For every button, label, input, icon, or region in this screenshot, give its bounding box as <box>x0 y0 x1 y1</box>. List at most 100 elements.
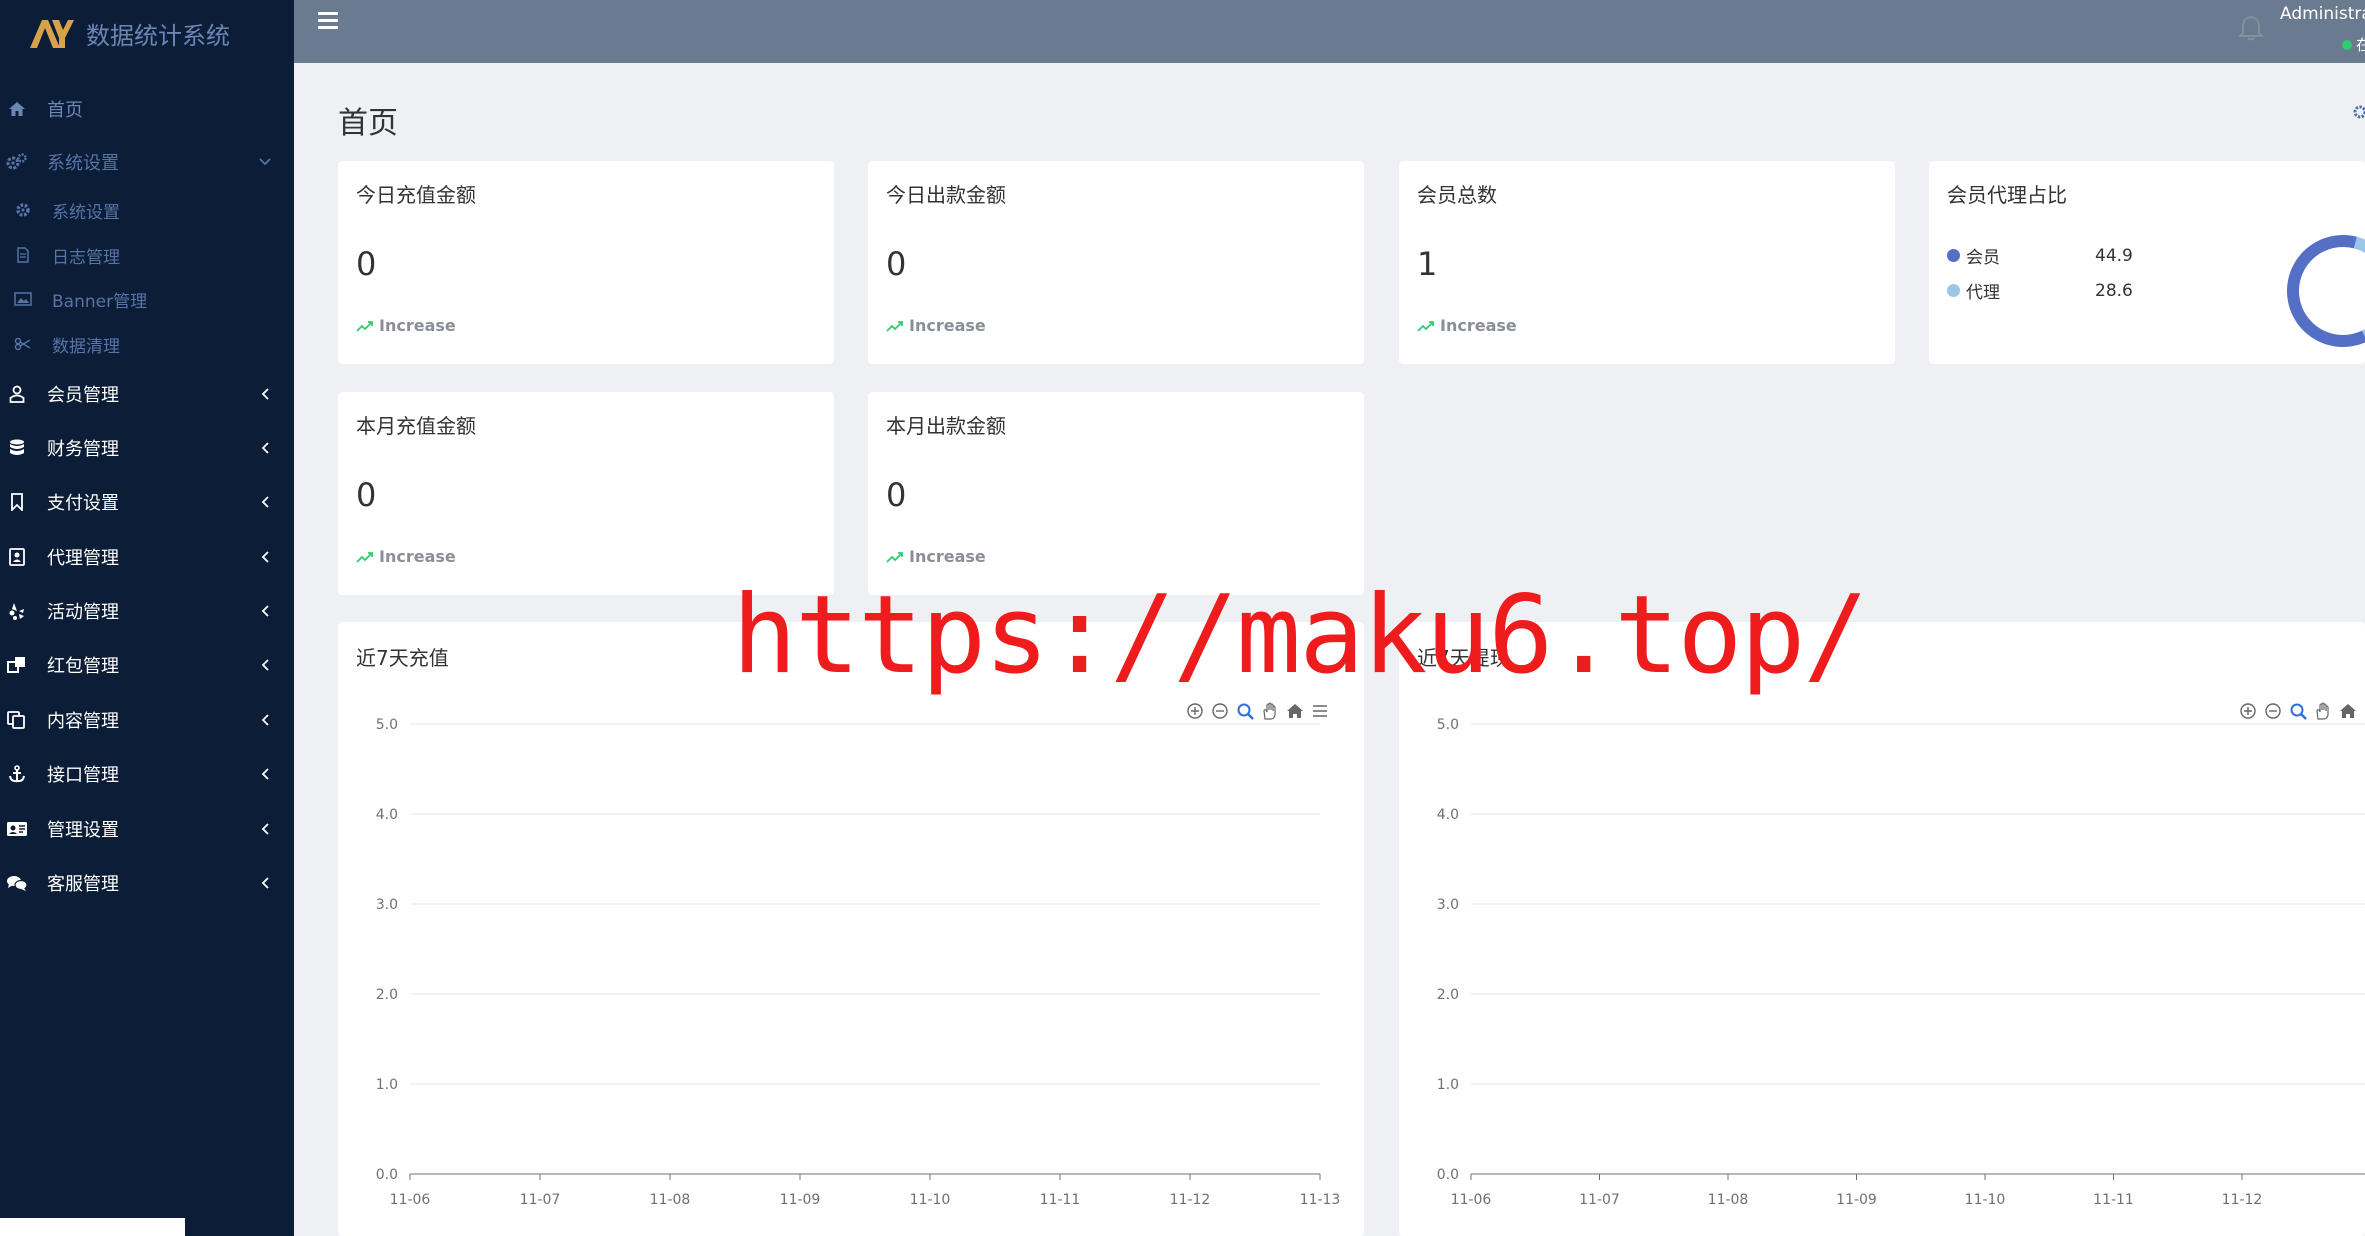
trend-up-icon <box>356 320 373 332</box>
logo-icon <box>28 16 74 50</box>
trend-label: Increase <box>909 547 986 566</box>
sidebar-item-label: 活动管理 <box>47 602 119 623</box>
card-value: 0 <box>886 476 907 514</box>
x-tick-label: 11-09 <box>1836 1192 1877 1208</box>
stat-card-member-total: 会员总数 1 Increase <box>1399 161 1895 364</box>
legend-swatch <box>1947 284 1960 297</box>
sidebar-item-label: 客服管理 <box>47 874 119 895</box>
sidebar-item-activities[interactable]: 活动管理 <box>0 597 294 625</box>
id-card-icon <box>6 818 28 840</box>
sidebar-subitem-banner[interactable]: Banner管理 <box>0 287 294 312</box>
sidebar-item-redpacket[interactable]: 红包管理 <box>0 651 294 679</box>
settings-corner-icon[interactable] <box>2352 104 2365 120</box>
sidebar-item-payment[interactable]: 支付设置 <box>0 488 294 516</box>
y-tick-label: 3.0 <box>376 897 398 913</box>
sidebar-item-label: 代理管理 <box>47 548 119 569</box>
gears-icon <box>6 151 28 173</box>
legend-item-member[interactable]: 会员 44.9 <box>1947 243 2133 268</box>
contact-icon <box>6 546 28 568</box>
zoom-in-icon[interactable] <box>1187 703 1203 719</box>
x-tick-label: 11-08 <box>1708 1192 1749 1208</box>
sidebar-item-label: 管理设置 <box>47 820 119 841</box>
brand[interactable]: 数据统计系统 <box>0 0 294 66</box>
menu-icon[interactable] <box>1313 705 1327 717</box>
x-tick-label: 11-07 <box>520 1192 561 1208</box>
anchor-icon <box>6 763 28 785</box>
sidebar-item-customer-service[interactable]: 客服管理 <box>0 869 294 897</box>
x-tick-label: 11-09 <box>780 1192 821 1208</box>
stat-card-today-withdraw: 今日出款金额 0 Increase <box>868 161 1364 364</box>
chevron-left-icon <box>258 658 272 672</box>
trend-indicator: Increase <box>1417 316 1517 335</box>
chevron-left-icon <box>258 822 272 836</box>
trend-indicator: Increase <box>356 547 456 566</box>
sidebar-item-finance[interactable]: 财务管理 <box>0 434 294 462</box>
donut-slice-会员[interactable] <box>2287 235 2365 347</box>
sidebar-subitem-cleanup[interactable]: 数据清理 <box>0 332 294 357</box>
sidebar-item-label: 系统设置 <box>47 153 119 174</box>
sidebar-item-members[interactable]: 会员管理 <box>0 380 294 408</box>
hand-pan-icon[interactable] <box>2316 702 2329 720</box>
stat-card-today-recharge: 今日充值金额 0 Increase <box>338 161 834 364</box>
withdraw-7day-panel: 近7天提现 0.0 1.0 2.0 3.0 4.0 5.0 11-06 11-07 11-08 1… <box>1399 622 2365 1236</box>
sidebar-item-label: 系统设置 <box>52 202 120 223</box>
trend-indicator: Increase <box>356 316 456 335</box>
zoom-out-icon[interactable] <box>2265 703 2281 719</box>
x-tick-label: 11-13 <box>1300 1192 1341 1208</box>
x-tick-label: 11-07 <box>1579 1192 1620 1208</box>
legend-item-agent[interactable]: 代理 28.6 <box>1947 278 2133 303</box>
x-tick-label: 11-11 <box>1040 1192 1081 1208</box>
sidebar-item-label: 首页 <box>47 100 83 121</box>
legend-value: 44.9 <box>2095 245 2133 266</box>
hand-pan-icon[interactable] <box>1263 702 1276 720</box>
sidebar-item-agents[interactable]: 代理管理 <box>0 543 294 571</box>
card-title: 会员总数 <box>1417 183 1497 207</box>
user-name[interactable]: Administra <box>2280 4 2365 24</box>
sidebar-item-label: 财务管理 <box>47 439 119 460</box>
y-tick-label: 1.0 <box>376 1077 398 1093</box>
sidebar-item-admin-settings[interactable]: 管理设置 <box>0 815 294 843</box>
x-tick-label: 11-08 <box>650 1192 691 1208</box>
chevron-left-icon <box>258 550 272 564</box>
zoom-in-icon[interactable] <box>2240 703 2256 719</box>
donut-slice-代理[interactable] <box>2353 236 2365 342</box>
search-zoom-icon[interactable] <box>2290 703 2307 720</box>
search-zoom-icon[interactable] <box>1237 703 1254 720</box>
member-agent-ratio-card: 会员代理占比 会员 44.9 代理 28.6 <box>1929 161 2365 364</box>
card-title: 本月充值金额 <box>356 414 476 438</box>
sidebar-item-label: 日志管理 <box>52 247 120 268</box>
watermark-url: https://maku6.top/ <box>732 573 1868 698</box>
sidebar-item-label: 支付设置 <box>47 493 119 514</box>
sidebar-item-content[interactable]: 内容管理 <box>0 706 294 734</box>
sidebar-item-label: 内容管理 <box>47 711 119 732</box>
sidebar-item-api[interactable]: 接口管理 <box>0 760 294 788</box>
trend-up-icon <box>886 551 903 563</box>
stat-card-month-recharge: 本月充值金额 0 Increase <box>338 392 834 595</box>
bell-icon[interactable] <box>2237 14 2265 42</box>
user-icon <box>6 383 28 405</box>
gear-icon <box>12 199 34 221</box>
y-tick-label: 4.0 <box>376 807 398 823</box>
home-reset-icon[interactable] <box>2340 704 2356 718</box>
donut-chart <box>2287 235 2365 347</box>
sidebar-item-label: 接口管理 <box>47 765 119 786</box>
sidebar-subitem-logs[interactable]: 日志管理 <box>0 243 294 268</box>
chevron-left-icon <box>258 604 272 618</box>
recharge-7day-chart: 0.0 1.0 2.0 3.0 4.0 5.0 11-06 11-07 11-08 11-09 11… <box>376 702 1341 1208</box>
card-title: 今日充值金额 <box>356 183 476 207</box>
scissors-icon <box>12 333 34 355</box>
sidebar-item-system[interactable]: 系统设置 <box>0 149 294 175</box>
card-title: 今日出款金额 <box>886 183 1006 207</box>
sidebar-item-home[interactable]: 首页 <box>0 96 294 122</box>
y-tick-label: 2.0 <box>376 987 398 1003</box>
sidebar-subitem-system-settings[interactable]: 系统设置 <box>0 198 294 223</box>
menu-toggle-icon[interactable] <box>318 12 338 30</box>
trend-label: Increase <box>379 316 456 335</box>
home-reset-icon[interactable] <box>1287 704 1303 718</box>
zoom-out-icon[interactable] <box>1212 703 1228 719</box>
chevron-left-icon <box>258 441 272 455</box>
card-value: 0 <box>886 245 907 283</box>
chevron-down-icon <box>258 155 272 169</box>
page-title: 首页 <box>338 106 398 141</box>
clone-icon <box>6 654 28 676</box>
